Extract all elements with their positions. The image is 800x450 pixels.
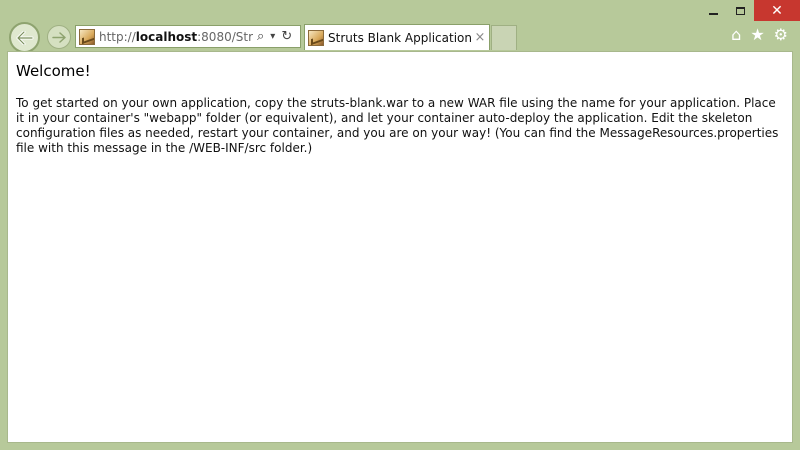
- back-arrow-icon: [16, 30, 33, 45]
- close-window-button[interactable]: ✕: [754, 0, 800, 21]
- page-heading: Welcome!: [16, 62, 91, 80]
- maximize-button[interactable]: [727, 0, 754, 21]
- page-content: Welcome! To get started on your own appl…: [7, 51, 793, 443]
- search-icon[interactable]: ⌕: [257, 29, 264, 44]
- forward-arrow-icon: [52, 31, 66, 43]
- maximize-icon: [736, 6, 745, 15]
- window-controls: ✕: [700, 0, 800, 21]
- forward-button[interactable]: [47, 25, 71, 49]
- minimize-icon: [709, 12, 718, 15]
- favorites-icon[interactable]: ★: [750, 25, 764, 44]
- url-scheme: http://: [99, 29, 136, 44]
- url-host: localhost: [135, 29, 198, 44]
- welcome-message: To get started on your own application, …: [16, 96, 779, 155]
- gear-icon[interactable]: ⚙: [774, 25, 788, 44]
- back-button[interactable]: [9, 22, 40, 53]
- site-favicon-icon: [79, 28, 95, 45]
- address-url[interactable]: http://localhost:8080/Struts: [99, 30, 253, 44]
- browser-toolbar: ⌂ ★ ⚙: [731, 25, 788, 44]
- tab-title: Struts Blank Application: [328, 30, 471, 45]
- new-tab-button[interactable]: [491, 25, 517, 50]
- navigation-bar: http://localhost:8080/Struts ⌕ ▾ ↻ Strut…: [0, 20, 800, 53]
- tab-struts-blank[interactable]: Struts Blank Application ×: [304, 24, 490, 50]
- home-icon[interactable]: ⌂: [731, 25, 741, 44]
- refresh-icon[interactable]: ↻: [281, 29, 292, 44]
- dropdown-icon[interactable]: ▾: [270, 31, 275, 42]
- minimize-button[interactable]: [700, 0, 727, 21]
- tab-favicon-icon: [308, 29, 324, 46]
- address-bar[interactable]: http://localhost:8080/Struts ⌕ ▾ ↻: [75, 25, 301, 48]
- url-path: :8080/Struts: [197, 29, 253, 44]
- tab-close-icon[interactable]: ×: [471, 30, 489, 45]
